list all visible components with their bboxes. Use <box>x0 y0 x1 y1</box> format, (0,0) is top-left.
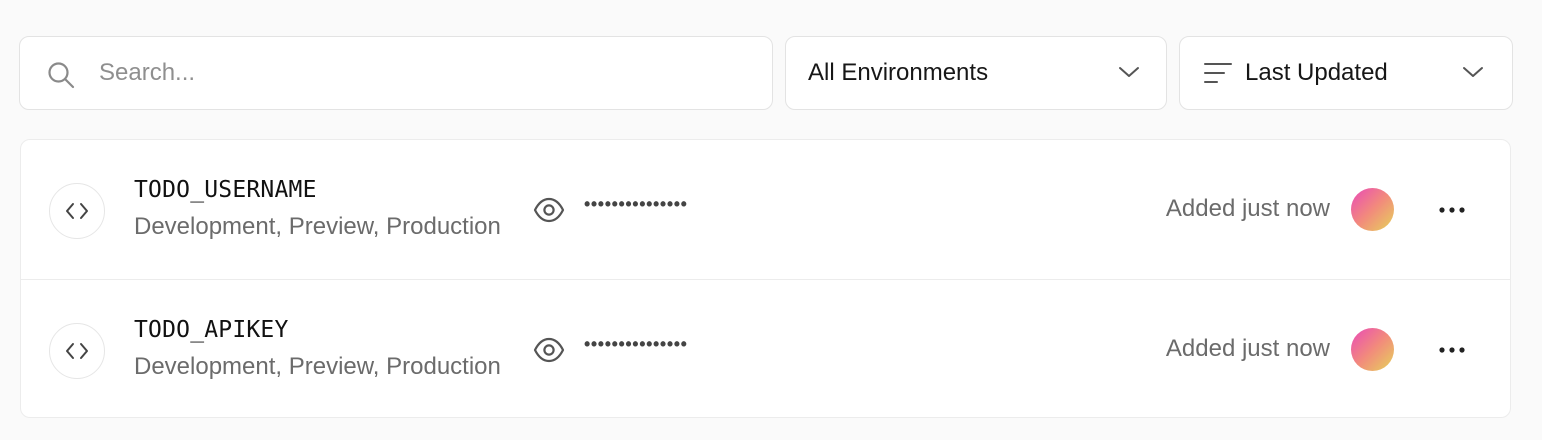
sort-lines-icon <box>1204 63 1232 83</box>
more-horizontal-icon[interactable] <box>1435 195 1469 225</box>
env-var-masked-value: ••••••••••••••• <box>584 194 688 214</box>
avatar <box>1351 188 1394 231</box>
env-var-environments: Development, Preview, Production <box>134 353 501 380</box>
environment-select[interactable]: All Environments <box>785 36 1167 110</box>
env-var-row[interactable]: TODO_USERNAME Development, Preview, Prod… <box>21 140 1510 279</box>
env-var-name[interactable]: TODO_APIKEY <box>134 317 289 343</box>
sort-select-value: Last Updated <box>1245 59 1388 86</box>
avatar <box>1351 328 1394 371</box>
environment-select-value: All Environments <box>808 59 989 86</box>
env-var-row[interactable]: TODO_APIKEY Development, Preview, Produc… <box>21 279 1510 417</box>
code-brackets-icon <box>49 323 105 379</box>
sort-select[interactable]: Last Updated <box>1179 36 1513 110</box>
code-brackets-icon <box>49 183 105 239</box>
chevron-down-icon <box>1463 67 1483 77</box>
search-box[interactable] <box>19 36 773 110</box>
env-var-masked-value: ••••••••••••••• <box>584 334 688 354</box>
env-var-list: TODO_USERNAME Development, Preview, Prod… <box>20 139 1511 418</box>
eye-icon[interactable] <box>533 194 565 226</box>
search-icon <box>48 62 75 89</box>
chevron-down-icon <box>1119 67 1139 77</box>
env-var-environments: Development, Preview, Production <box>134 213 501 240</box>
env-var-name[interactable]: TODO_USERNAME <box>134 177 317 203</box>
eye-icon[interactable] <box>533 334 565 366</box>
env-var-updated: Added just now <box>1165 195 1330 222</box>
env-var-updated: Added just now <box>1165 335 1330 362</box>
more-horizontal-icon[interactable] <box>1435 335 1469 365</box>
search-input[interactable] <box>99 37 739 108</box>
